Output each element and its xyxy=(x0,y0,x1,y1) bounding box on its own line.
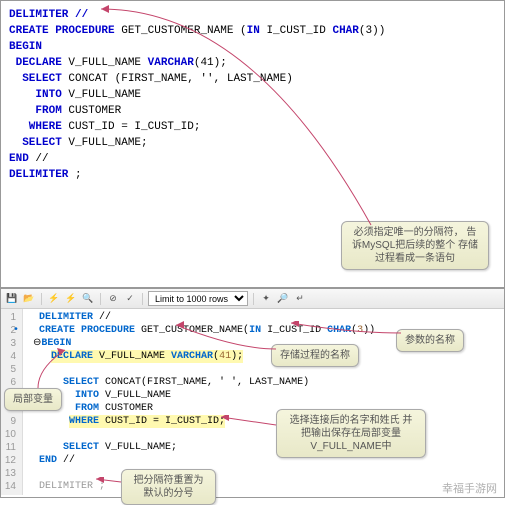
limit-dropdown[interactable]: Limit to 1000 rows xyxy=(148,291,248,306)
run-icon[interactable]: ⚡ xyxy=(47,292,61,306)
callout-delimiter: 必须指定唯一的分隔符， 告诉MySQL把后续的整个 存储过程看成一条语句 xyxy=(341,221,489,270)
explain-icon[interactable]: 🔍 xyxy=(81,292,95,306)
toolbar: 💾 📂 ⚡ ⚡ 🔍 ⊘ ✓ Limit to 1000 rows ✦ 🔎 ↵ xyxy=(1,289,504,309)
beautify-icon[interactable]: ✦ xyxy=(259,292,273,306)
callout-proc-name: 存储过程的名称 xyxy=(271,344,359,367)
code-kw: DELIMITER // xyxy=(9,9,88,21)
callout-param-name: 参数的名称 xyxy=(396,329,464,352)
watermark: 幸福手游网 xyxy=(442,480,497,496)
find-icon[interactable]: 🔎 xyxy=(276,292,290,306)
top-code-panel: DELIMITER // CREATE PROCEDURE GET_CUSTOM… xyxy=(0,0,505,288)
callout-local-var: 局部变量 xyxy=(4,388,62,411)
open-icon[interactable]: 📂 xyxy=(22,292,36,306)
wrap-icon[interactable]: ↵ xyxy=(293,292,307,306)
commit-icon[interactable]: ✓ xyxy=(123,292,137,306)
stop-icon[interactable]: ⊘ xyxy=(106,292,120,306)
run-script-icon[interactable]: ⚡ xyxy=(64,292,78,306)
save-icon[interactable]: 💾 xyxy=(5,292,19,306)
callout-select: 选择连接后的名字和姓氏 并把输出保存在局部变量 V_FULL_NAME中 xyxy=(276,409,426,458)
editor-panel: 💾 📂 ⚡ ⚡ 🔍 ⊘ ✓ Limit to 1000 rows ✦ 🔎 ↵ 1… xyxy=(0,288,505,498)
